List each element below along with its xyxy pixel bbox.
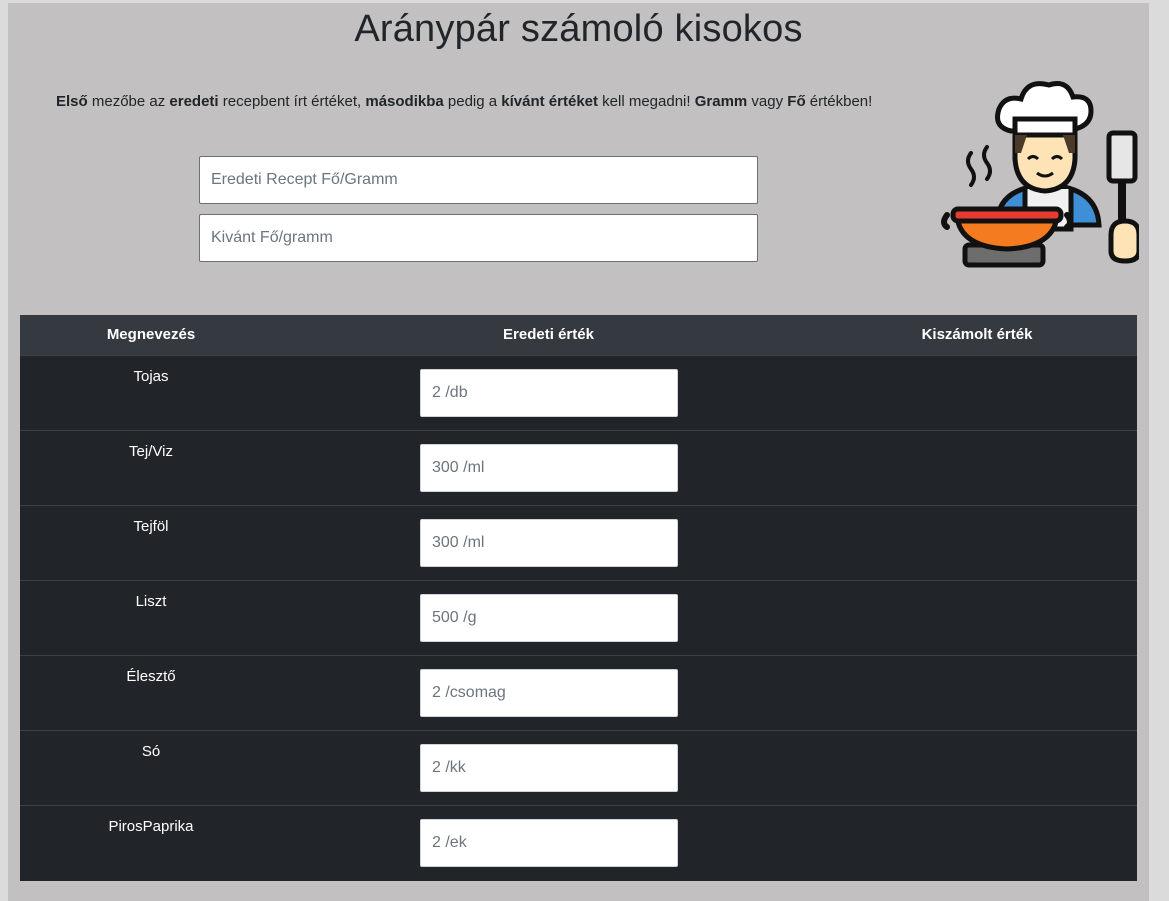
- table-row: Tejföl: [20, 505, 1137, 580]
- ingredient-name: Tojas: [133, 368, 169, 385]
- table-row: PirosPaprika: [20, 805, 1137, 880]
- ingredient-name: Élesztő: [126, 668, 176, 685]
- ingredient-value-input[interactable]: [420, 369, 678, 417]
- ingredient-value-input[interactable]: [420, 594, 678, 642]
- main-panel: Aránypár számoló kisokos Első mezőbe az …: [8, 3, 1149, 901]
- ingredient-value-input[interactable]: [420, 744, 678, 792]
- table-row: Tej/Viz: [20, 430, 1137, 505]
- instruction-segment: kell megadni!: [598, 93, 695, 110]
- target-amount-input[interactable]: [199, 214, 758, 262]
- table-row: Só: [20, 730, 1137, 805]
- table-row: Liszt: [20, 580, 1137, 655]
- header-name: Megnevezés: [106, 326, 196, 343]
- ingredient-value-input[interactable]: [420, 519, 678, 567]
- instruction-segment: értékben!: [805, 93, 873, 110]
- ingredient-value-input[interactable]: [420, 444, 678, 492]
- table-row: Élesztő: [20, 655, 1137, 730]
- instruction-segment: Fő: [787, 93, 806, 110]
- header-calculated: Kiszámolt érték: [921, 326, 1033, 343]
- instruction-segment: mezőbe az: [87, 93, 170, 110]
- instruction-segment: kívánt értéket: [501, 93, 598, 110]
- instruction-segment: másodikba: [365, 93, 444, 110]
- ingredient-name: Liszt: [135, 593, 167, 610]
- ingredients-table: Megnevezés Eredeti érték Kiszámolt érték…: [20, 315, 1137, 881]
- instruction-segment: Gramm: [694, 93, 748, 110]
- header-original: Eredeti érték: [503, 326, 594, 343]
- instruction-segment: vagy: [747, 93, 788, 110]
- ingredient-value-input[interactable]: [420, 819, 678, 867]
- table-row: Tojas: [20, 355, 1137, 430]
- table-header: Megnevezés Eredeti érték Kiszámolt érték: [20, 315, 1137, 355]
- original-recipe-input[interactable]: [199, 156, 758, 204]
- ingredient-name: PirosPaprika: [108, 818, 194, 835]
- instruction-segment: pedig a: [443, 93, 502, 110]
- ingredient-name: Tejföl: [133, 518, 169, 535]
- ingredient-name: Tej/Viz: [129, 443, 173, 460]
- instruction-segment: Első: [56, 93, 88, 110]
- instructions-text: Első mezőbe az eredeti recepbent írt ért…: [56, 93, 872, 110]
- chef-icon: [941, 81, 1139, 268]
- ingredient-value-input[interactable]: [420, 669, 678, 717]
- page-title: Aránypár számoló kisokos: [354, 8, 803, 50]
- ingredient-name: Só: [141, 743, 161, 760]
- instruction-segment: recepbent írt értéket,: [218, 93, 366, 110]
- instruction-segment: eredeti: [169, 93, 219, 110]
